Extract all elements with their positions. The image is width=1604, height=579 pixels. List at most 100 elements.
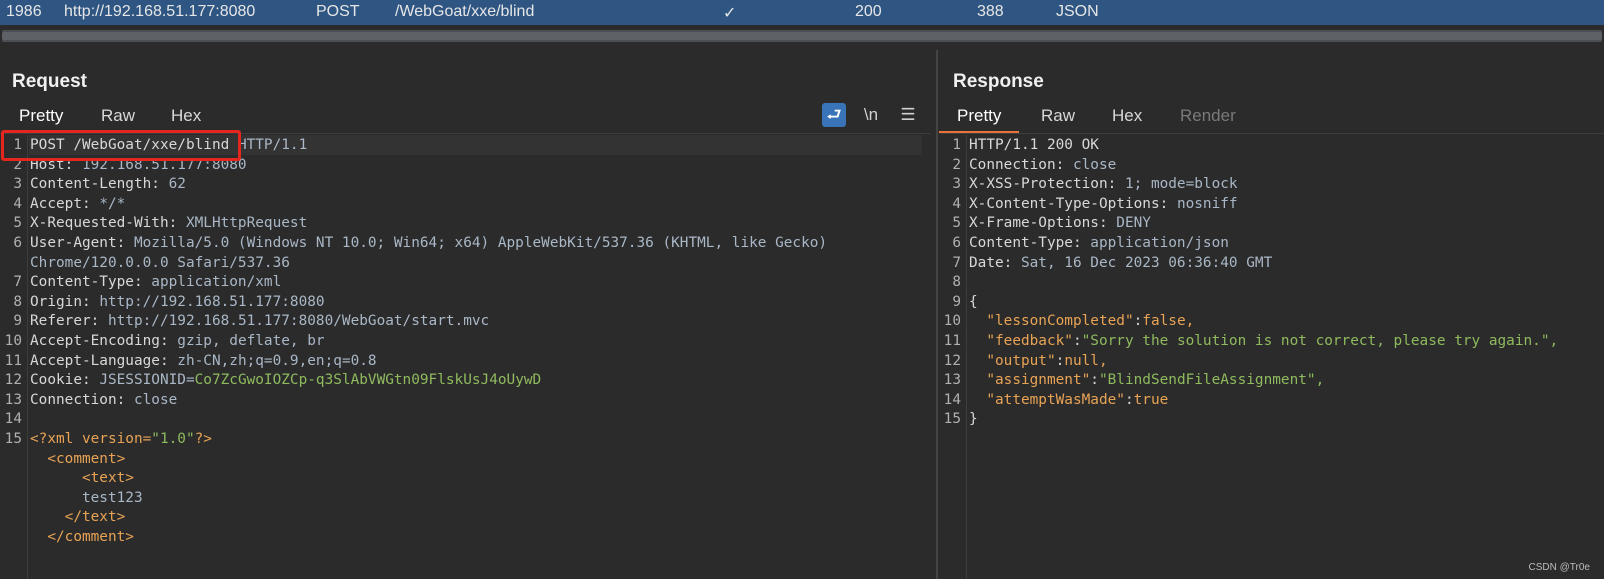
code-token: X-Requested-With: [30,215,186,232]
line-content: User-Agent: Mozilla/5.0 (Windows NT 10.0… [30,233,827,253]
code-token: <?xml version= [30,431,152,447]
line-content: Content-Type: application/json [969,233,1229,253]
line-number: 6 [13,235,22,251]
line-number: 4 [13,195,22,212]
line-number: 13 [943,372,961,389]
request-tab-hex[interactable]: Hex [163,105,209,133]
code-token: Mozilla/5.0 (Windows NT 10.0; Win64; x64… [133,235,828,251]
line-number: 5 [13,215,22,232]
line-content: Cookie: JSESSIONID=Co7ZcGwoIOZCp-q3SlAbV… [30,370,541,390]
line-content: Chrome/120.0.0.0 Safari/537.36 [30,253,290,273]
history-selected-row[interactable]: 1986 http://192.168.51.177:8080 POST /We… [0,0,1604,25]
code-token: application/xml [151,274,282,291]
code-token: "feedback" [969,333,1073,349]
response-tab-raw[interactable]: Raw [1033,105,1083,133]
code-token: close [133,391,178,408]
code-token: zh-CN,zh;q=0.9,en;q=0.8 [177,352,377,369]
newline-toggle-button[interactable]: \n [859,103,883,127]
line-content: X-Frame-Options: DENY [969,213,1151,233]
history-host: http://192.168.51.177:8080 [64,3,256,20]
line-content: "assignment":"BlindSendFileAssignment", [969,370,1324,390]
line-number: 11 [4,352,22,369]
line-content: "attemptWasMade":true [969,390,1168,410]
history-length: 388 [977,3,1004,20]
request-tab-pretty[interactable]: Pretty [11,105,72,133]
code-token: Origin: [30,293,100,310]
code-token: Connection: [30,391,134,408]
code-token: Accept-Encoding: [30,333,178,349]
history-method: POST [316,3,360,20]
code-token: ?> [194,431,212,447]
wrap-lines-icon[interactable]: ⮐ [822,103,846,127]
line-content: Connection: close [30,390,177,410]
code-token: : [1055,352,1065,369]
line-number: 7 [13,274,22,291]
code-token: false, [1142,313,1195,330]
line-content: X-XSS-Protection: 1; mode=block [969,174,1238,194]
history-status: 200 [855,3,882,20]
code-token: Connection: [969,156,1073,173]
line-content: Accept: */* [30,194,125,214]
request-panel: Request Pretty Raw Hex ⮐ \n ☰ 1 POST /Web… [0,47,936,579]
line-number: 3 [952,176,961,193]
history-mime: JSON [1056,3,1099,20]
request-editor[interactable]: 1 POST /WebGoat/xxe/blind HTTP/1.1 2 Host: … [0,135,936,579]
horizontal-scrollbar[interactable] [0,25,1604,47]
line-content: { [969,292,978,312]
code-token: application/json [1090,235,1229,251]
line-number: 4 [952,195,961,212]
line-number: 15 [943,411,961,428]
code-token: </comment> [30,529,134,545]
code-token: "output" [969,352,1056,369]
code-token: Content-Length: [30,176,169,193]
code-token: 62 [168,176,186,193]
line-number: 15 [4,431,22,447]
response-panel: Response Pretty Raw Hex Render 1 HTTP/1.1… [939,47,1604,579]
code-token: X-XSS-Protection: [969,176,1125,193]
code-token: HTTP/1.1 200 OK [969,137,1099,153]
line-number: 12 [4,372,22,389]
watermark: CSDN @Tr0e [1528,562,1590,573]
line-content: </comment> [30,527,134,547]
panel-splitter[interactable] [936,50,938,579]
code-token: DENY [1116,215,1151,232]
request-tab-raw[interactable]: Raw [93,105,143,133]
response-tab-render: Render [1180,106,1236,125]
line-content: Origin: http://192.168.51.177:8080 [30,292,325,312]
line-number: 3 [13,176,22,193]
code-token: Content-Type: [969,235,1091,251]
line-content: <?xml version="1.0"?> [30,429,212,449]
code-token: Accept: [30,195,100,212]
code-token: true [1133,391,1169,408]
code-token: null, [1064,352,1108,369]
code-token: Date: [969,254,1021,271]
code-token: } [969,411,978,428]
response-tab-pretty[interactable]: Pretty [939,105,1020,133]
line-number: 14 [4,411,22,428]
line-number: 12 [943,352,961,369]
code-token: JSESSIONID= [99,372,195,389]
code-token: Accept-Language: [30,352,178,369]
code-token: Cookie: [30,372,100,389]
history-check-icon: ✓ [723,5,737,22]
response-tab-divider [939,133,1604,134]
line-content: </text> [30,507,126,527]
code-token: "assignment" [969,372,1091,389]
response-editor[interactable]: 1 HTTP/1.1 200 OK 2 Connection: close 3 X-XSS… [939,135,1604,579]
scrollbar-thumb[interactable] [2,32,1602,40]
line-content: Referer: http://192.168.51.177:8080/WebG… [30,311,489,331]
line-number: 10 [4,333,22,349]
menu-icon[interactable]: ☰ [896,103,920,127]
line-content: HTTP/1.1 200 OK [969,135,1099,155]
code-token: gzip, deflate, br [177,333,325,349]
line-content: Connection: close [969,155,1116,175]
code-token: "BlindSendFileAssignment", [1098,372,1325,389]
history-id: 1986 [6,3,42,20]
code-token: "attemptWasMade" [969,391,1125,408]
line-number: 13 [4,391,22,408]
response-tab-hex[interactable]: Hex [1104,105,1150,133]
line-content: "output":null, [969,351,1108,371]
line-content: <text> [30,468,134,488]
line-content: test123 [30,488,143,508]
line-content: "feedback":"Sorry the solution is not co… [969,331,1558,351]
